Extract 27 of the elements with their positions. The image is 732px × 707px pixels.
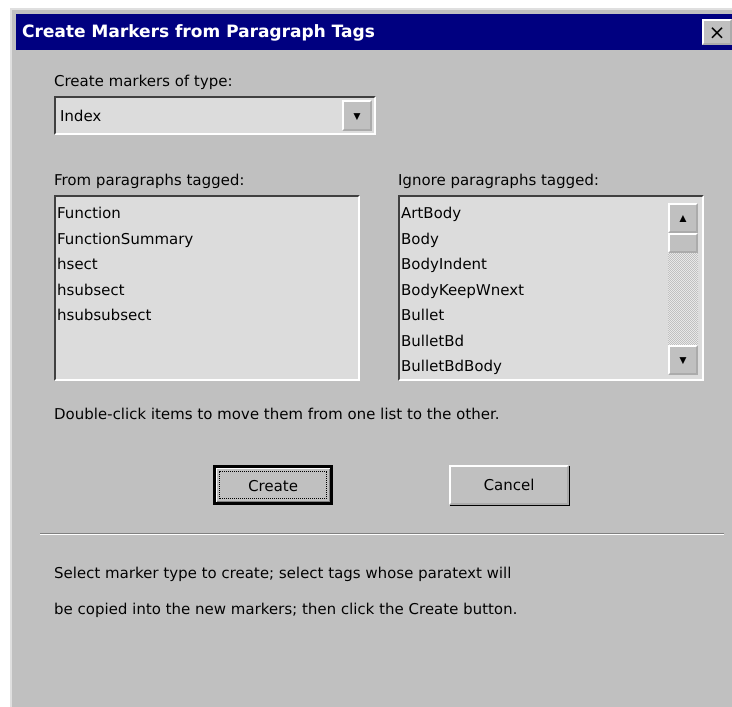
cancel-button[interactable]: Cancel [449,465,569,505]
list-item[interactable]: hsubsubsect [56,303,358,328]
list-item[interactable]: Body [400,226,668,252]
list-item[interactable]: BodyIndent [400,252,668,278]
dropdown-arrow-button[interactable]: ▼ [342,100,372,131]
hint-text: Double-click items to move them from one list to the other. [54,405,501,423]
close-button[interactable]: × [702,19,732,45]
instructions-text: Select marker type to create; select tags whose paratext will be copied into the new markers; then click the Create button. [54,563,518,620]
list-item[interactable]: ArtBody [400,201,668,226]
scroll-up-button[interactable]: ▲ [668,203,698,233]
field-label: Create markers of type: [54,72,234,90]
list-item[interactable]: Function [56,201,358,226]
list-item[interactable]: BodyKeepWnext [400,278,668,303]
scroll-down-button[interactable]: ▼ [668,345,698,375]
list-item[interactable]: hsect [56,252,358,278]
list-item[interactable]: BulletBdBody [400,354,668,379]
list-item[interactable]: FunctionSummary [56,226,358,252]
marker-type-dropdown[interactable]: Index ▼ [54,96,376,135]
list-label: From paragraphs tagged: [54,171,246,189]
list-item[interactable]: Bullet [400,303,668,328]
list-label: Ignore paragraphs tagged: [398,171,600,189]
scrollbar-thumb[interactable] [668,233,698,253]
list-item[interactable]: BulletBd [400,328,668,354]
list-item[interactable]: hsubsect [56,278,358,303]
create-button[interactable]: Create [213,465,333,505]
dropdown-value: Index [60,106,102,124]
window-title: Create Markers from Paragraph Tags [22,22,375,42]
